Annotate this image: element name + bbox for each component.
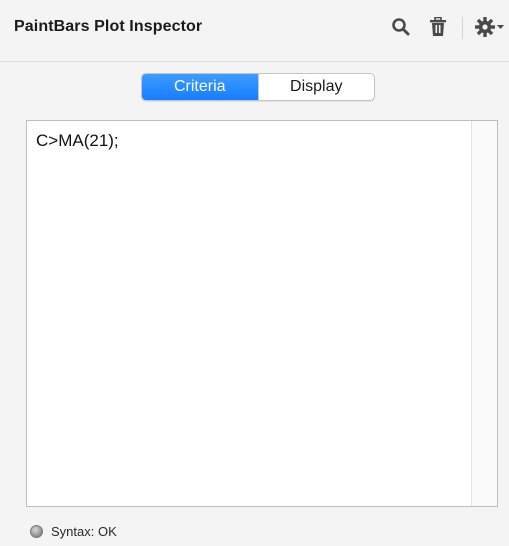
syntax-status: Syntax: OK — [30, 521, 117, 541]
tab-segmented-control: Criteria Display — [141, 73, 375, 101]
vertical-scrollbar[interactable] — [471, 121, 497, 506]
editor-content[interactable]: C>MA(21); — [36, 131, 119, 151]
gear-icon — [474, 16, 496, 38]
panel-title: PaintBars Plot Inspector — [14, 18, 203, 35]
search-icon[interactable] — [388, 14, 414, 40]
header-separator — [462, 17, 463, 39]
inspector-panel: PaintBars Plot Inspector Criteria Displa… — [0, 0, 509, 546]
tab-display[interactable]: Display — [257, 74, 375, 100]
settings-menu-button[interactable] — [472, 14, 506, 40]
inspector-header: PaintBars Plot Inspector — [0, 0, 509, 62]
status-indicator-icon — [30, 524, 43, 538]
tab-criteria[interactable]: Criteria — [142, 74, 258, 100]
criteria-editor[interactable]: C>MA(21); — [26, 120, 498, 507]
trash-icon[interactable] — [425, 14, 451, 40]
syntax-status-label: Syntax: OK — [51, 523, 117, 539]
chevron-down-icon — [497, 24, 504, 30]
